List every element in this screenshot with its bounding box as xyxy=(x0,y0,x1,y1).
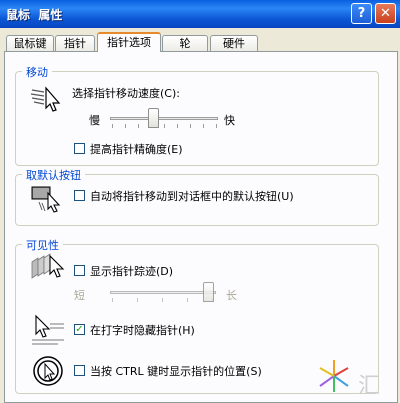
pointer-location-icon xyxy=(33,356,63,386)
pointer-speed-icon xyxy=(30,86,61,112)
tab-pointers[interactable]: 指针 xyxy=(55,35,95,51)
trail-length-slider-track[interactable] xyxy=(110,291,216,294)
tab-wheel[interactable]: 轮 xyxy=(162,35,208,51)
short-label: 短 xyxy=(74,289,85,302)
show-location-ctrl-checkbox[interactable] xyxy=(74,365,85,376)
mouse-properties-window: 鼠标 属性 ? ✕ 鼠标键 指针 指针选项 轮 硬件 移动 选择指针移动速度(C… xyxy=(0,0,400,403)
ctrl-label: 当按 CTRL 键时显示指针的位置(S) xyxy=(90,365,262,378)
tab-pointer-options[interactable]: 指针选项 xyxy=(97,32,161,52)
help-button[interactable]: ? xyxy=(351,3,372,24)
watermark-logo-icon xyxy=(319,360,349,392)
watermark-text: 汇 xyxy=(358,374,381,399)
motion-group-title: 移动 xyxy=(22,64,52,80)
tab-buttons[interactable]: 鼠标键 xyxy=(6,35,54,51)
close-button[interactable]: ✕ xyxy=(375,3,396,24)
snap-checkbox[interactable] xyxy=(74,190,85,201)
trails-label: 显示指针踪迹(D) xyxy=(90,265,174,278)
speed-slider-thumb[interactable] xyxy=(147,108,159,128)
trail-length-slider-thumb[interactable] xyxy=(203,282,214,302)
speed-slider-track[interactable] xyxy=(110,117,218,120)
window-title: 鼠标 属性 xyxy=(6,8,63,22)
precision-checkbox[interactable] xyxy=(74,143,85,154)
trails-checkbox[interactable] xyxy=(74,265,85,276)
tab-hardware[interactable]: 硬件 xyxy=(210,35,258,51)
fast-label: 快 xyxy=(224,114,235,127)
hide-pointer-icon xyxy=(32,314,64,345)
snap-label: 自动将指针移动到对话框中的默认按钮(U) xyxy=(90,190,294,203)
hide-while-typing-checkbox[interactable]: ✓ xyxy=(74,324,85,335)
slow-label: 慢 xyxy=(89,114,100,127)
hide-label: 在打字时隐藏指针(H) xyxy=(90,324,195,337)
tab-strip: 鼠标键 指针 指针选项 轮 硬件 xyxy=(0,28,400,52)
title-bar: 鼠标 属性 ? ✕ xyxy=(0,0,400,28)
precision-label: 提高指针精确度(E) xyxy=(90,143,183,156)
speed-label: 选择指针移动速度(C): xyxy=(72,87,180,100)
visibility-group-title: 可见性 xyxy=(22,237,63,253)
snap-to-button-icon xyxy=(31,186,61,213)
pointer-trails-icon xyxy=(31,253,65,279)
long-label: 长 xyxy=(226,289,237,302)
